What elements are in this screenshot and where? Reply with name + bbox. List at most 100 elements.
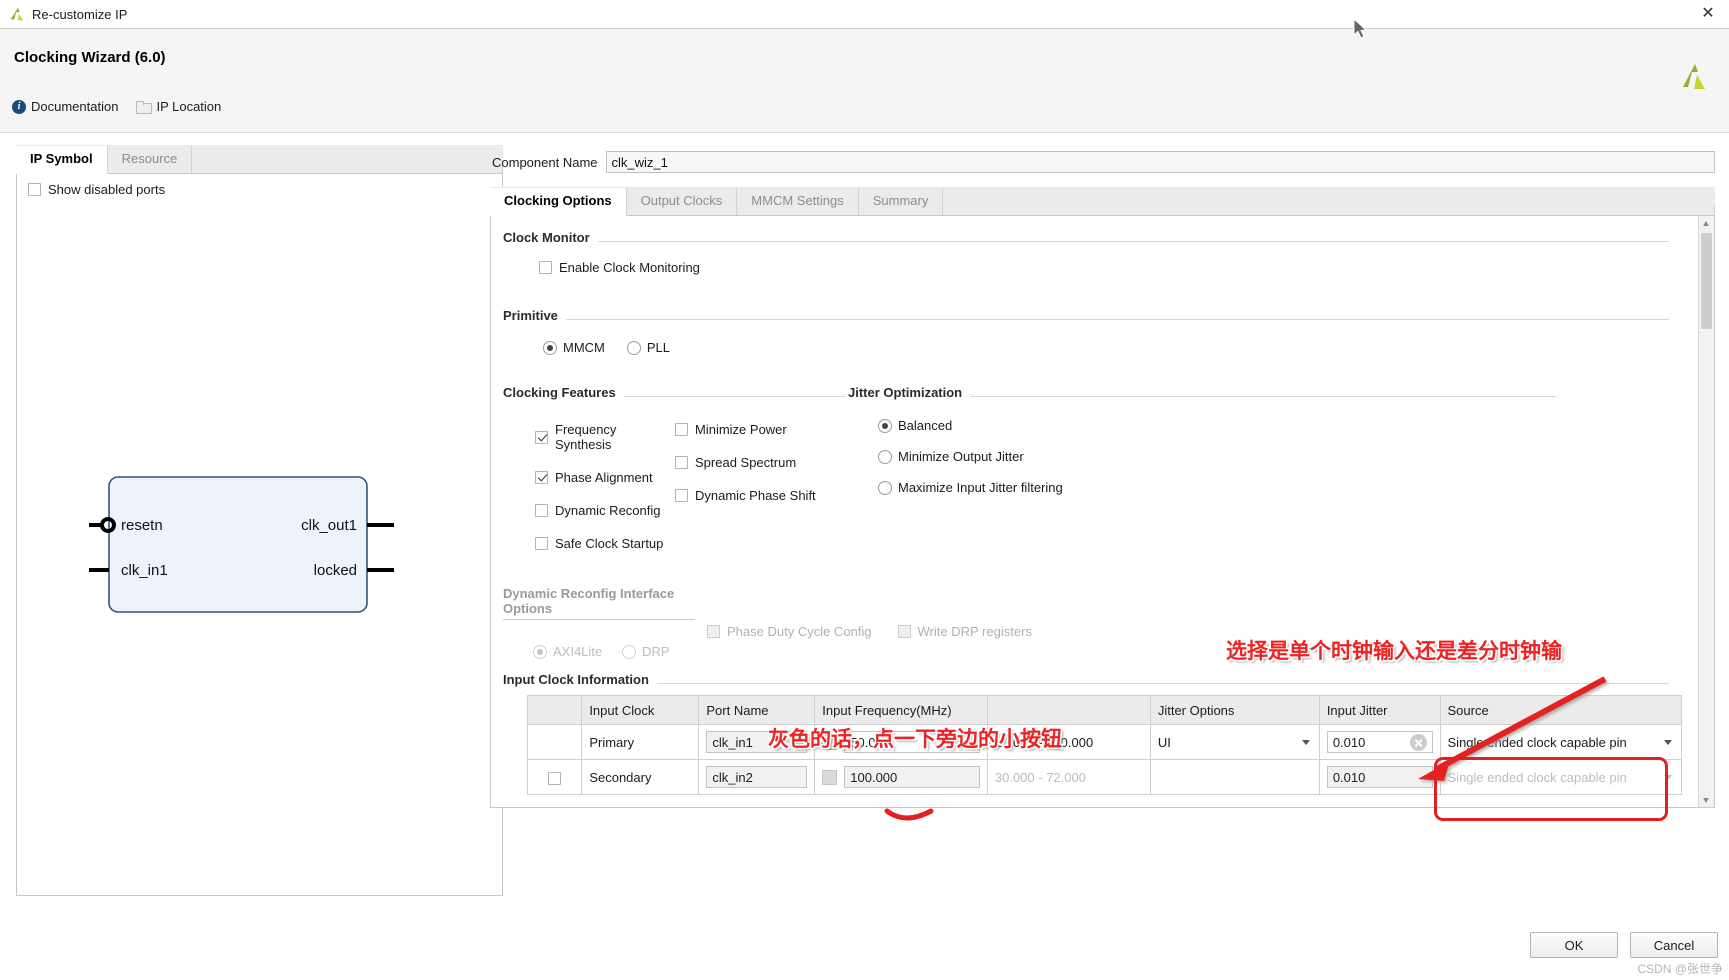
ip-location-link[interactable]: IP Location [136,99,221,114]
row-primary-source-dropdown[interactable]: Single ended clock capable pin [1448,735,1674,750]
scrollbar-thumb[interactable] [1701,233,1712,329]
table-row[interactable]: Primary clk_in1 M 50.000 10.000 - 800.00 [526,724,1683,760]
input-clock-information-title: Input Clock Information [503,672,649,687]
minimize-power-checkbox[interactable] [675,423,688,436]
axi4lite-radio[interactable] [533,644,547,659]
port-label-locked: locked [314,562,357,579]
jitter-option-maximize-input-jitter[interactable]: Maximize Input Jitter filtering [878,480,1556,495]
ok-button[interactable]: OK [1530,932,1618,958]
chevron-down-icon[interactable] [1301,739,1310,745]
row-primary-source-cell[interactable]: Single ended clock capable pin [1439,724,1683,760]
port-label-resetn: resetn [121,517,163,534]
clear-icon[interactable] [1409,733,1427,751]
dialog-footer [0,903,1729,980]
minimize-output-jitter-radio[interactable] [878,449,892,464]
pll-radio[interactable] [626,340,641,355]
cancel-button[interactable]: Cancel [1630,932,1718,958]
row-secondary-frequency-input[interactable]: 100.000 [844,766,980,788]
info-icon: i [12,99,26,114]
tab-output-clocks[interactable]: Output Clocks [627,188,738,215]
scroll-down-icon[interactable] [1699,793,1714,807]
write-drp-registers-checkbox[interactable] [897,625,911,638]
table-row[interactable]: Secondary clk_in2 100.000 30.000 - 72.00… [526,759,1683,795]
primitive-title: Primitive [503,308,558,323]
maximize-input-jitter-radio[interactable] [878,480,892,495]
clocking-features-head: Clocking Features [501,385,846,400]
row-secondary-range: 30.000 - 72.000 [986,759,1151,795]
row-secondary-input-jitter-field[interactable]: 0.010 [1326,766,1433,788]
drp-option[interactable]: DRP [622,644,670,659]
dynamic-reconfig-interface-title: Dynamic Reconfig Interface Options [503,586,675,616]
dynamic-phase-shift-row[interactable]: Dynamic Phase Shift [675,470,845,503]
window-title: Re-customize IP [32,6,128,22]
minimize-power-row[interactable]: Minimize Power [675,414,845,437]
col-input-clock: Input Clock [581,695,700,725]
divider [970,396,1556,397]
enable-clock-monitoring-checkbox[interactable] [539,261,552,274]
phase-duty-cycle-config-checkbox[interactable] [707,625,720,638]
row-secondary-jitter-options-cell[interactable] [1149,759,1320,795]
frequency-unit-button[interactable]: M [822,734,838,750]
row-primary-jitter-options-dropdown[interactable]: UI [1158,735,1312,750]
jitter-option-balanced[interactable]: Balanced [878,418,1556,433]
dynamic-reconfig-checkbox[interactable] [535,504,548,517]
enable-clock-monitoring-row[interactable]: Enable Clock Monitoring [501,245,1701,275]
header-links: i Documentation IP Location [12,99,221,114]
tab-clocking-options[interactable]: Clocking Options [490,188,627,216]
phase-alignment-row[interactable]: Phase Alignment [535,452,675,485]
phase-duty-cycle-config-row[interactable]: Phase Duty Cycle Config [707,624,872,639]
main-tabstrip: Clocking Options Output Clocks MMCM Sett… [490,187,1715,216]
spread-spectrum-checkbox[interactable] [675,456,688,469]
frequency-unit-button[interactable] [822,769,838,785]
documentation-link[interactable]: i Documentation [12,99,118,114]
port-label-clk-in1: clk_in1 [121,562,168,579]
clocking-options-content: Clock Monitor Enable Clock Monitoring Pr… [491,216,1701,807]
vertical-scrollbar[interactable] [1698,216,1714,807]
tab-resource[interactable]: Resource [108,146,193,173]
primitive-option-pll[interactable]: PLL [626,340,671,355]
frequency-synthesis-row[interactable]: Frequency Synthesis [535,414,675,452]
row-primary-select-cell[interactable] [526,724,583,760]
enable-clock-monitoring-label: Enable Clock Monitoring [559,260,700,275]
configuration-panel: Component Name Clocking Options Output C… [490,145,1715,905]
dynamic-reconfig-row[interactable]: Dynamic Reconfig [535,485,675,518]
phase-alignment-checkbox[interactable] [535,471,548,484]
close-icon[interactable]: ✕ [1699,5,1717,23]
row-primary-frequency-input[interactable]: 50.000 [844,731,980,753]
mmcm-radio[interactable] [543,340,557,355]
frequency-synthesis-checkbox[interactable] [535,430,548,444]
write-drp-registers-row[interactable]: Write DRP registers [897,624,1032,639]
row-secondary-enable-checkbox[interactable] [548,771,562,785]
balanced-radio[interactable] [878,418,892,433]
row-secondary-source-cell[interactable]: Single ended clock capable pin [1439,759,1683,795]
row-secondary-select-cell[interactable] [526,759,583,795]
tab-mmcm-settings[interactable]: MMCM Settings [737,188,859,215]
frequency-synthesis-label: Frequency Synthesis [555,422,617,452]
axi4lite-option[interactable]: AXI4Lite [533,644,602,659]
component-name-input[interactable] [605,151,1715,173]
tab-ip-symbol[interactable]: IP Symbol [16,146,108,174]
jitter-option-minimize-output-jitter[interactable]: Minimize Output Jitter [878,449,1556,464]
spread-spectrum-row[interactable]: Spread Spectrum [675,437,845,470]
chevron-down-icon[interactable] [1664,774,1672,780]
row-secondary-source-dropdown[interactable]: Single ended clock capable pin [1448,770,1674,785]
pll-label: PLL [646,340,671,355]
drp-radio[interactable] [622,644,637,659]
tab-summary[interactable]: Summary [859,188,944,215]
row-secondary-port-name: clk_in2 [706,766,808,788]
safe-clock-startup-checkbox[interactable] [535,537,548,550]
safe-clock-startup-row[interactable]: Safe Clock Startup [535,518,675,551]
dialog-header: Clocking Wizard (6.0) i Documentation IP… [0,29,1729,133]
brand-logo-icon [1683,64,1705,89]
primitive-option-mmcm[interactable]: MMCM [543,340,605,355]
dynamic-phase-shift-checkbox[interactable] [675,489,688,502]
row-secondary-input-jitter-cell: 0.010 [1318,759,1441,795]
col-port-name: Port Name [698,695,816,725]
row-primary-input-jitter-field[interactable]: 0.010 [1326,731,1433,753]
chevron-down-icon[interactable] [1664,739,1672,745]
dialog-body: IP Symbol Resource Show disabled ports r… [0,133,1729,903]
row-primary-jitter-options-cell[interactable]: UI [1149,724,1320,760]
divider [597,241,1669,242]
scroll-up-icon[interactable] [1699,216,1714,231]
clock-monitor-title: Clock Monitor [503,230,590,245]
